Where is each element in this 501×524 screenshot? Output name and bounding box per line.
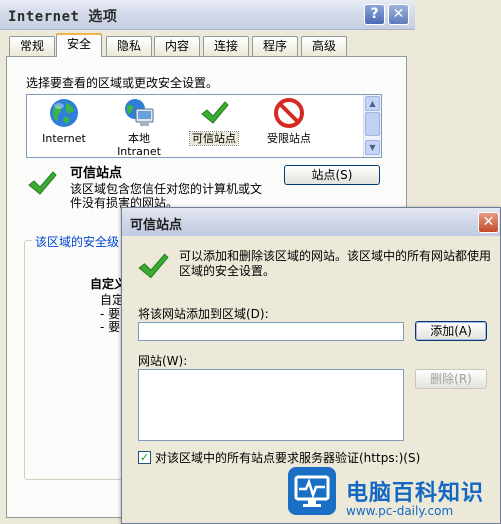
https-checkbox[interactable]: ✓ bbox=[138, 451, 151, 464]
dialog-title-bar[interactable]: 可信站点 ✕ bbox=[122, 208, 500, 236]
close-button[interactable]: ✕ bbox=[388, 4, 409, 25]
monitor-pulse-icon bbox=[294, 475, 330, 507]
zone-internet[interactable]: Internet bbox=[29, 97, 99, 145]
zone-label: 本地 bbox=[128, 132, 150, 145]
title-bar[interactable]: Internet 选项 ? ✕ bbox=[0, 0, 415, 30]
watermark-brand: 电脑百科知识 bbox=[346, 481, 485, 506]
zone-local-intranet[interactable]: 本地 Intranet bbox=[104, 97, 174, 158]
zone-trusted-sites[interactable]: 可信站点 bbox=[179, 97, 249, 146]
sites-button[interactable]: 站点(S) bbox=[284, 165, 380, 185]
scroll-up-arrow-icon[interactable]: ▲ bbox=[365, 96, 380, 111]
zone-list[interactable]: Internet 本地 Intranet 可信站点 受限站点 bbox=[26, 94, 382, 158]
checkmark-icon bbox=[138, 253, 169, 279]
zone-description: 该区域包含您信任对您的计算机或文件没有损害的网站。 bbox=[70, 182, 263, 210]
websites-list[interactable] bbox=[138, 369, 404, 441]
zone-label: Internet bbox=[42, 132, 86, 145]
trusted-checkmark-icon bbox=[28, 171, 57, 195]
zone-label-2: Intranet bbox=[117, 145, 161, 158]
tab-privacy[interactable]: 隐私 bbox=[106, 36, 152, 56]
zone-heading: 可信站点 bbox=[70, 166, 123, 181]
zone-label: 受限站点 bbox=[267, 132, 311, 145]
websites-label: 网站(W): bbox=[138, 354, 188, 368]
watermark: 电脑百科知识 www.pc-daily.com bbox=[276, 463, 501, 524]
zone-list-scrollbar[interactable]: ▲ ▼ bbox=[363, 95, 381, 157]
prohibited-icon bbox=[274, 98, 304, 128]
add-website-label: 将该网站添加到区域(D): bbox=[138, 307, 269, 321]
watermark-url: www.pc-daily.com bbox=[346, 504, 454, 518]
dialog-title: 可信站点 bbox=[130, 218, 183, 233]
scroll-thumb[interactable] bbox=[365, 112, 380, 136]
tab-connections[interactable]: 连接 bbox=[203, 36, 249, 56]
tab-programs[interactable]: 程序 bbox=[252, 36, 298, 56]
zone-label: 可信站点 bbox=[189, 131, 239, 146]
security-level-legend: 该区域的安全级 bbox=[32, 233, 123, 250]
tab-general[interactable]: 常规 bbox=[9, 36, 55, 56]
computer-globe-icon bbox=[125, 99, 154, 126]
help-button[interactable]: ? bbox=[364, 4, 385, 25]
add-website-input[interactable] bbox=[138, 322, 404, 341]
dialog-info-text: 可以添加和删除该区域的网站。该区域中的所有网站都使用区域的安全设置。 bbox=[179, 249, 492, 278]
tab-security[interactable]: 安全 bbox=[56, 33, 102, 57]
window-title: Internet 选项 bbox=[8, 9, 118, 25]
scroll-down-arrow-icon[interactable]: ▼ bbox=[365, 140, 380, 155]
remove-button[interactable]: 删除(R) bbox=[415, 369, 487, 389]
zone-restricted-sites[interactable]: 受限站点 bbox=[254, 97, 324, 145]
checkmark-icon bbox=[201, 101, 229, 124]
tab-advanced[interactable]: 高级 bbox=[301, 36, 347, 56]
dialog-close-button[interactable]: ✕ bbox=[478, 212, 499, 233]
watermark-logo bbox=[288, 467, 336, 515]
tab-content[interactable]: 内容 bbox=[154, 36, 200, 56]
globe-icon bbox=[50, 99, 78, 127]
zone-prompt-label: 选择要查看的区域或更改安全设置。 bbox=[26, 76, 219, 90]
add-button[interactable]: 添加(A) bbox=[415, 321, 487, 341]
custom-level-bullet: - 要 bbox=[100, 320, 121, 334]
